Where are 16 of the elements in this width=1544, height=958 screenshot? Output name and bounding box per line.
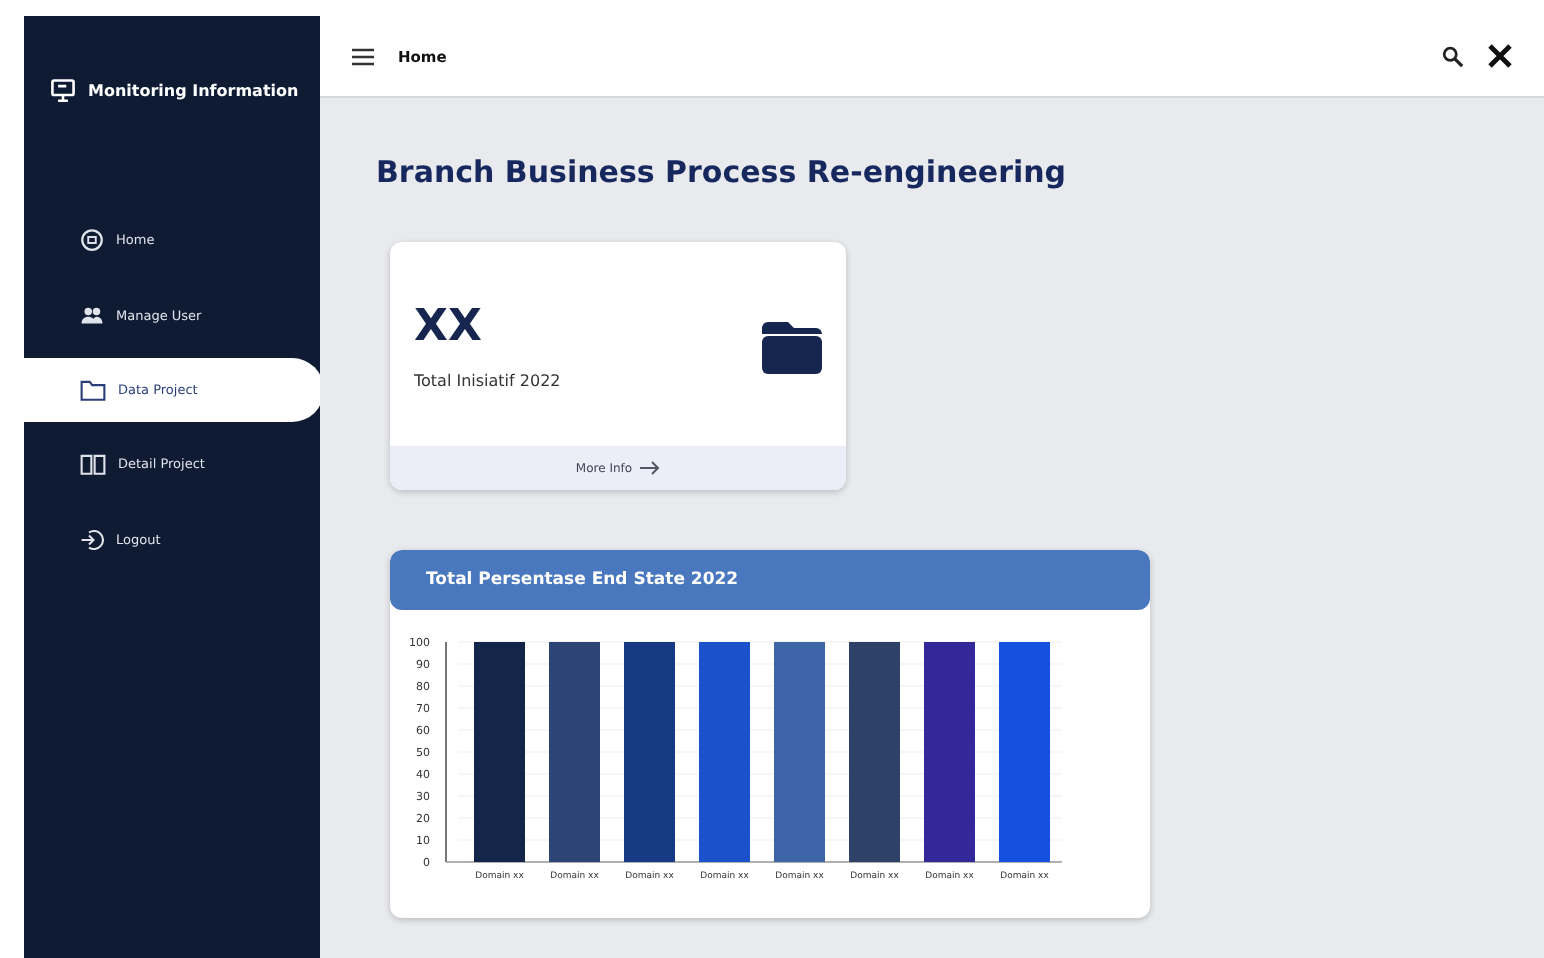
search-icon[interactable] (1442, 45, 1464, 67)
close-icon[interactable] (1488, 44, 1512, 68)
arrow-right-icon (640, 460, 661, 476)
monitor-icon (50, 77, 76, 103)
menu-icon[interactable] (352, 47, 374, 65)
folder-icon (762, 318, 822, 374)
stat-value: XX (414, 302, 484, 352)
folder-icon (80, 378, 106, 402)
users-icon (80, 304, 104, 328)
logout-icon (80, 528, 104, 552)
chart-title: Total Persentase End State 2022 (426, 570, 739, 590)
app-title: Monitoring Information (88, 81, 299, 99)
page-heading: Branch Business Process Re-engineering (376, 154, 1067, 190)
book-icon (80, 452, 106, 476)
home-icon (80, 228, 104, 252)
stat-label: Total Inisiatif 2022 (414, 372, 561, 390)
